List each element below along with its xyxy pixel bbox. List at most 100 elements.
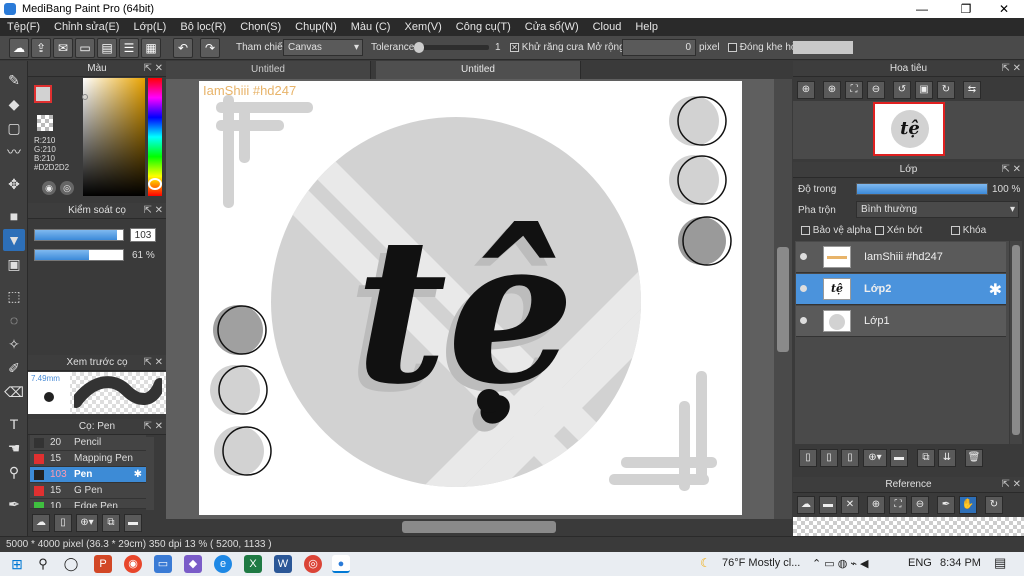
brush-item-mapping-pen[interactable]: 15 Mapping Pen bbox=[30, 451, 146, 467]
menu-help[interactable]: Help bbox=[628, 18, 665, 36]
clipping-checkbox[interactable]: Xén bớt bbox=[875, 225, 922, 236]
brush-item-pencil[interactable]: 20 Pencil bbox=[30, 435, 146, 451]
list-icon[interactable]: ☰ bbox=[119, 38, 139, 58]
gear-icon[interactable]: ✱ bbox=[134, 467, 142, 483]
layer-list-scrollbar[interactable] bbox=[1010, 241, 1022, 444]
tab-untitled-1[interactable]: Untitled bbox=[166, 61, 371, 79]
reference-hand-icon[interactable]: ✋ bbox=[959, 496, 977, 514]
excel-icon[interactable]: X bbox=[244, 555, 262, 573]
maximize-button[interactable]: ❐ bbox=[948, 0, 984, 18]
close-gap-slider[interactable] bbox=[793, 41, 853, 54]
panel-close-icon[interactable]: ⇱ ✕ bbox=[1001, 61, 1021, 77]
brush-item-edge-pen[interactable]: 10 Edge Pen bbox=[30, 499, 146, 509]
panel-close-icon[interactable]: ⇱ ✕ bbox=[143, 61, 163, 77]
undo-icon[interactable]: ↶ bbox=[173, 38, 193, 58]
palette-add-icon[interactable]: ◎ bbox=[60, 181, 74, 195]
word-icon[interactable]: W bbox=[274, 555, 292, 573]
reference-zoom-out-icon[interactable]: ⊖ bbox=[911, 496, 929, 514]
panel-close-icon[interactable]: ⇱ ✕ bbox=[143, 203, 163, 219]
add-layer-menu-icon[interactable]: ⊕▾ bbox=[863, 449, 887, 467]
vertical-scroll-thumb[interactable] bbox=[777, 247, 789, 352]
panel-close-icon[interactable]: ⇱ ✕ bbox=[143, 355, 163, 371]
primary-color-swatch[interactable] bbox=[34, 85, 52, 103]
language-indicator[interactable]: ENG bbox=[908, 557, 932, 569]
menu-select[interactable]: Chọn(S) bbox=[233, 18, 288, 36]
saturation-value-picker[interactable] bbox=[83, 78, 145, 196]
eraser-tool-icon[interactable]: ◆ bbox=[3, 93, 25, 115]
brush-list-scrollbar[interactable] bbox=[146, 437, 154, 517]
panel-icon[interactable]: ▤ bbox=[97, 38, 117, 58]
menu-filter[interactable]: Bộ lọc(R) bbox=[173, 18, 233, 36]
dropper-tool-icon[interactable]: ⚲ bbox=[3, 461, 25, 483]
new-layer-icon[interactable]: ▯ bbox=[799, 449, 817, 467]
lasso-tool-icon[interactable]: ◌ bbox=[3, 309, 25, 331]
reference-open-icon[interactable]: ▬ bbox=[819, 496, 837, 514]
magic-wand-tool-icon[interactable]: ✧ bbox=[3, 333, 25, 355]
powerpoint-icon[interactable]: P bbox=[94, 555, 112, 573]
minimize-button[interactable]: — bbox=[904, 0, 940, 18]
menu-cloud[interactable]: Cloud bbox=[586, 18, 629, 36]
brush-folder-icon[interactable]: ▬ bbox=[124, 514, 142, 532]
slider-handle[interactable] bbox=[414, 42, 424, 53]
close-button[interactable]: ✕ bbox=[986, 0, 1022, 18]
grid-icon[interactable]: ▦ bbox=[141, 38, 161, 58]
zoom-in-icon[interactable]: ⊕ bbox=[797, 81, 815, 99]
rotate-right-icon[interactable]: ↻ bbox=[937, 81, 955, 99]
add-brush-icon[interactable]: ⊕▾ bbox=[76, 514, 98, 532]
select-eraser-tool-icon[interactable]: ⌫ bbox=[3, 381, 25, 403]
layer-opacity-slider[interactable] bbox=[856, 183, 988, 195]
gear-icon[interactable]: ✱ bbox=[989, 280, 1002, 300]
share-icon[interactable]: ⇪ bbox=[31, 38, 51, 58]
flip-icon[interactable]: ⇆ bbox=[963, 81, 981, 99]
eye-icon[interactable] bbox=[800, 317, 807, 324]
menu-tools[interactable]: Công cụ(T) bbox=[449, 18, 518, 36]
tolerance-slider[interactable] bbox=[414, 42, 489, 53]
brush-tool-icon[interactable]: ✎ bbox=[3, 69, 25, 91]
layer-item-layer1[interactable]: Lớp1 bbox=[796, 306, 1006, 337]
merge-layer-icon[interactable]: ⇊ bbox=[938, 449, 956, 467]
color-picker-cursor[interactable] bbox=[82, 94, 88, 100]
new-brush-icon[interactable]: ▯ bbox=[54, 514, 72, 532]
menu-view[interactable]: Xem(V) bbox=[397, 18, 448, 36]
antialias-checkbox[interactable]: ✕ Khử răng cưa bbox=[510, 42, 584, 53]
lock-checkbox[interactable]: Khóa bbox=[951, 225, 986, 236]
transparent-swatch[interactable] bbox=[37, 115, 53, 131]
brush-size-value[interactable]: 103 bbox=[130, 228, 156, 242]
menu-window[interactable]: Cửa sổ(W) bbox=[518, 18, 586, 36]
reference-zoom-in-icon[interactable]: ⊕ bbox=[867, 496, 885, 514]
brush-item-pen[interactable]: 103 Pen ✱ bbox=[30, 467, 146, 483]
reference-view[interactable] bbox=[793, 517, 1024, 536]
expand-input[interactable]: 0 bbox=[622, 39, 696, 56]
brush-item-g-pen[interactable]: 15 G Pen bbox=[30, 483, 146, 499]
monitor-icon[interactable]: ▭ bbox=[154, 555, 172, 573]
protect-alpha-checkbox[interactable]: Bảo vệ alpha bbox=[801, 225, 871, 236]
vertical-scrollbar[interactable] bbox=[774, 79, 792, 519]
comment-icon[interactable]: ✉ bbox=[53, 38, 73, 58]
navigator-thumbnail[interactable]: tệ bbox=[873, 102, 945, 156]
windows-start-icon[interactable]: ⊞ bbox=[8, 555, 26, 573]
palette-icon[interactable]: ◉ bbox=[42, 181, 56, 195]
text-tool-icon[interactable]: T bbox=[3, 413, 25, 435]
canvas-paper[interactable]: IamShiii #hd247 tệ tệ bbox=[199, 81, 742, 515]
horizontal-scrollbar[interactable] bbox=[166, 519, 792, 535]
actual-size-icon[interactable]: ▣ bbox=[915, 81, 933, 99]
task-view-icon[interactable]: ◯ bbox=[62, 555, 80, 573]
tab-untitled-2[interactable]: Untitled bbox=[376, 61, 581, 79]
gradient-tool-icon[interactable]: ▣ bbox=[3, 253, 25, 275]
fit-icon[interactable]: ⛶ bbox=[845, 81, 863, 99]
new-layer-1bit-icon[interactable]: ▯ bbox=[841, 449, 859, 467]
move-tool-icon[interactable]: ✥ bbox=[3, 173, 25, 195]
notification-icon[interactable]: ▤ bbox=[994, 555, 1006, 571]
select-pen-tool-icon[interactable]: ✐ bbox=[3, 357, 25, 379]
chrome-icon[interactable]: ◎ bbox=[304, 555, 322, 573]
reference-fit-icon[interactable]: ⛶ bbox=[889, 496, 907, 514]
hue-handle[interactable] bbox=[148, 178, 162, 190]
delete-layer-icon[interactable]: 🗑 bbox=[965, 449, 983, 467]
game-icon[interactable]: ◆ bbox=[184, 555, 202, 573]
brush-cloud-icon[interactable]: ☁ bbox=[32, 514, 50, 532]
cloud-icon[interactable]: ☁ bbox=[9, 38, 29, 58]
zoom-out-icon[interactable]: ⊖ bbox=[867, 81, 885, 99]
menu-snap[interactable]: Chụp(N) bbox=[288, 18, 344, 36]
weather-text[interactable]: 76°F Mostly cl... bbox=[722, 557, 800, 569]
menu-layer[interactable]: Lớp(L) bbox=[126, 18, 173, 36]
